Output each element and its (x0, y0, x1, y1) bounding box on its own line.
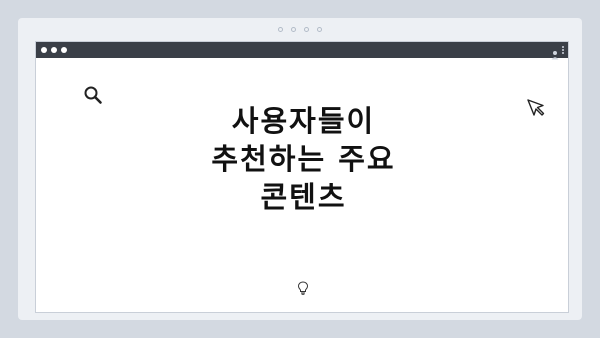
search-icon (83, 85, 103, 109)
lightbulb-icon (297, 280, 309, 299)
titlebar-actions (551, 45, 564, 60)
dot (278, 27, 283, 32)
user-icon[interactable] (551, 45, 559, 60)
carousel-dots (0, 27, 600, 35)
browser-window: 사용자들이 추천하는 주요 콘텐츠 (35, 41, 569, 313)
browser-titlebar (36, 42, 568, 60)
dot (304, 27, 309, 32)
page-headline: 사용자들이 추천하는 주요 콘텐츠 (161, 102, 446, 216)
headline-line: 추천하는 주요 (211, 142, 396, 176)
window-controls (41, 47, 67, 53)
window-dot-minimize[interactable] (51, 47, 57, 53)
kebab-menu-icon[interactable] (562, 46, 564, 54)
window-dot-maximize[interactable] (61, 47, 67, 53)
headline-line: 사용자들이 (231, 104, 376, 138)
cursor-icon (526, 98, 546, 122)
dot (291, 27, 296, 32)
headline-line: 콘텐츠 (260, 180, 347, 214)
dot (317, 27, 322, 32)
window-dot-close[interactable] (41, 47, 47, 53)
